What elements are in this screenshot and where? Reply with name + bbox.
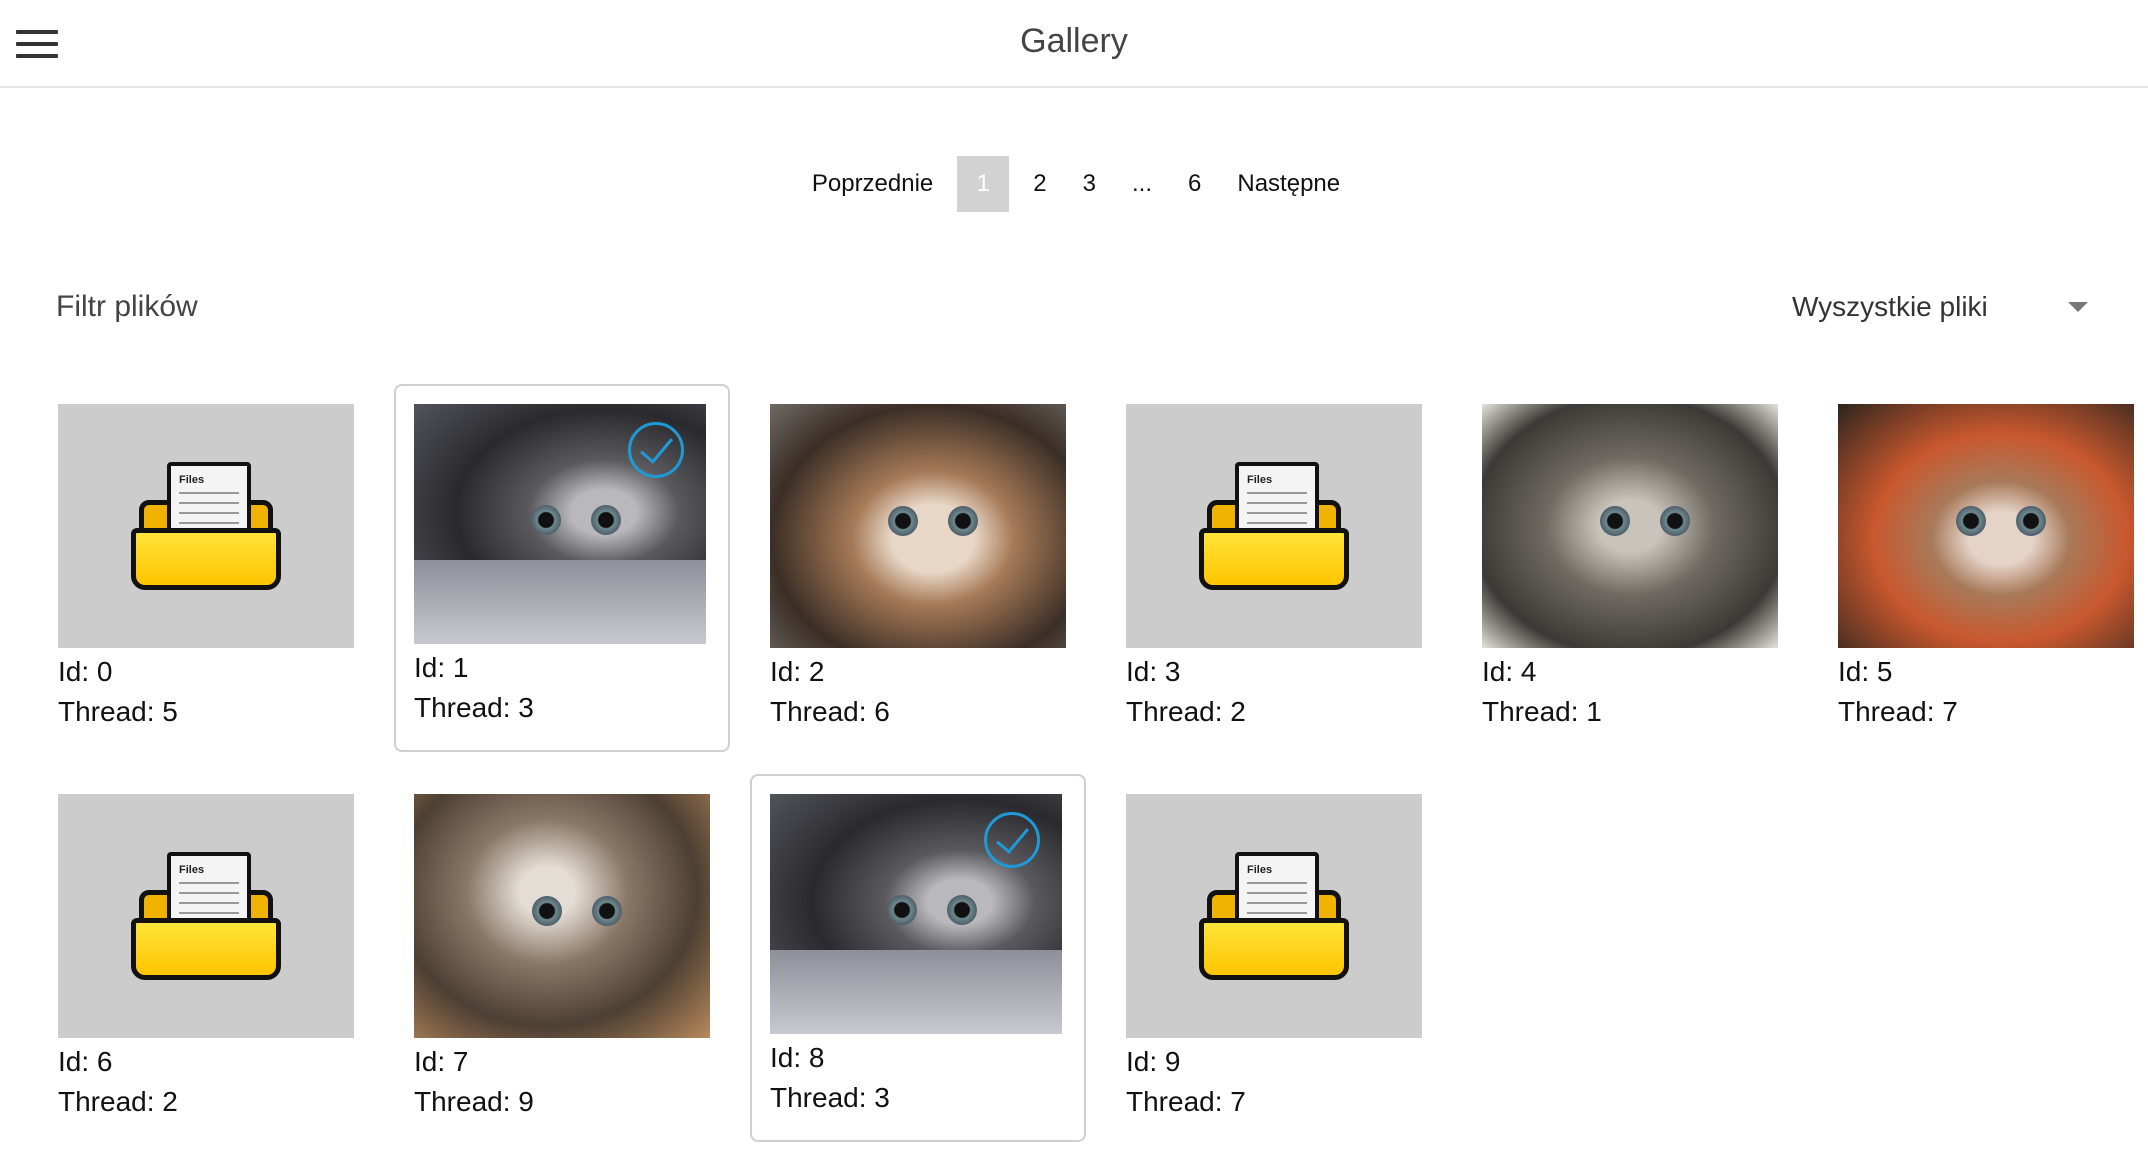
gallery-item-5[interactable]: Id: 5 Thread: 7 <box>1838 404 2134 732</box>
folder-thumbnail: Files <box>58 794 354 1038</box>
item-thread: Thread: 2 <box>1126 696 1246 727</box>
chevron-down-icon <box>2068 302 2088 312</box>
item-id: Id: 4 <box>1482 656 1537 687</box>
gallery-item-1[interactable]: Id: 1 Thread: 3 <box>394 384 730 752</box>
folder-icon: Files <box>131 852 281 980</box>
folder-icon: Files <box>1199 852 1349 980</box>
folder-thumbnail: Files <box>1126 404 1422 648</box>
item-thread: Thread: 9 <box>414 1086 534 1117</box>
item-id: Id: 7 <box>414 1046 469 1077</box>
file-filter-value: Wyszystkie pliki <box>1792 291 1988 322</box>
cat-thumbnail <box>1838 404 2134 648</box>
folder-thumbnail: Files <box>58 404 354 648</box>
gallery-item-8[interactable]: Id: 8 Thread: 3 <box>750 774 1086 1142</box>
cat-thumbnail <box>770 794 1062 1034</box>
item-thread: Thread: 3 <box>770 1082 890 1113</box>
gallery-item-3[interactable]: Files Id: 3 Thread: 2 <box>1126 404 1422 732</box>
pagination-page-6[interactable]: 6 <box>1170 156 1219 212</box>
file-filter-select[interactable]: Wyszystkie pliki <box>1792 285 2092 329</box>
pagination: Poprzednie 1 2 3 ... 6 Następne <box>0 156 2148 212</box>
item-id: Id: 6 <box>58 1046 113 1077</box>
pagination-page-3[interactable]: 3 <box>1065 156 1114 212</box>
item-thread: Thread: 6 <box>770 696 890 727</box>
checkmark-icon <box>984 812 1040 868</box>
checkmark-icon <box>628 422 684 478</box>
top-app-bar: Gallery <box>0 0 2148 88</box>
item-id: Id: 1 <box>414 652 469 683</box>
pagination-page-2[interactable]: 2 <box>1015 156 1064 212</box>
pagination-next[interactable]: Następne <box>1219 156 1358 212</box>
gallery-item-2[interactable]: Id: 2 Thread: 6 <box>770 404 1066 732</box>
item-id: Id: 8 <box>770 1042 825 1073</box>
folder-icon: Files <box>1199 462 1349 590</box>
gallery-item-9[interactable]: Files Id: 9 Thread: 7 <box>1126 794 1422 1122</box>
gallery-item-7[interactable]: Id: 7 Thread: 9 <box>414 794 710 1122</box>
item-thread: Thread: 2 <box>58 1086 178 1117</box>
file-filter-label: Filtr plików <box>56 290 198 323</box>
folder-icon: Files <box>131 462 281 590</box>
item-thread: Thread: 5 <box>58 696 178 727</box>
item-id: Id: 3 <box>1126 656 1181 687</box>
item-id: Id: 5 <box>1838 656 1893 687</box>
gallery-item-4[interactable]: Id: 4 Thread: 1 <box>1482 404 1778 732</box>
item-thread: Thread: 3 <box>414 692 534 723</box>
cat-thumbnail <box>414 404 706 644</box>
pagination-page-1[interactable]: 1 <box>957 156 1010 212</box>
gallery-item-6[interactable]: Files Id: 6 Thread: 2 <box>58 794 354 1122</box>
folder-thumbnail: Files <box>1126 794 1422 1038</box>
item-id: Id: 9 <box>1126 1046 1181 1077</box>
pagination-ellipsis: ... <box>1132 170 1153 197</box>
cat-thumbnail <box>414 794 710 1038</box>
item-thread: Thread: 1 <box>1482 696 1602 727</box>
item-thread: Thread: 7 <box>1838 696 1958 727</box>
page-title: Gallery <box>1020 22 1128 60</box>
cat-thumbnail <box>1482 404 1778 648</box>
item-id: Id: 0 <box>58 656 113 687</box>
gallery-item-0[interactable]: Files Id: 0 Thread: 5 <box>58 404 354 732</box>
item-thread: Thread: 7 <box>1126 1086 1246 1117</box>
cat-thumbnail <box>770 404 1066 648</box>
item-id: Id: 2 <box>770 656 825 687</box>
pagination-previous[interactable]: Poprzednie <box>794 156 951 212</box>
